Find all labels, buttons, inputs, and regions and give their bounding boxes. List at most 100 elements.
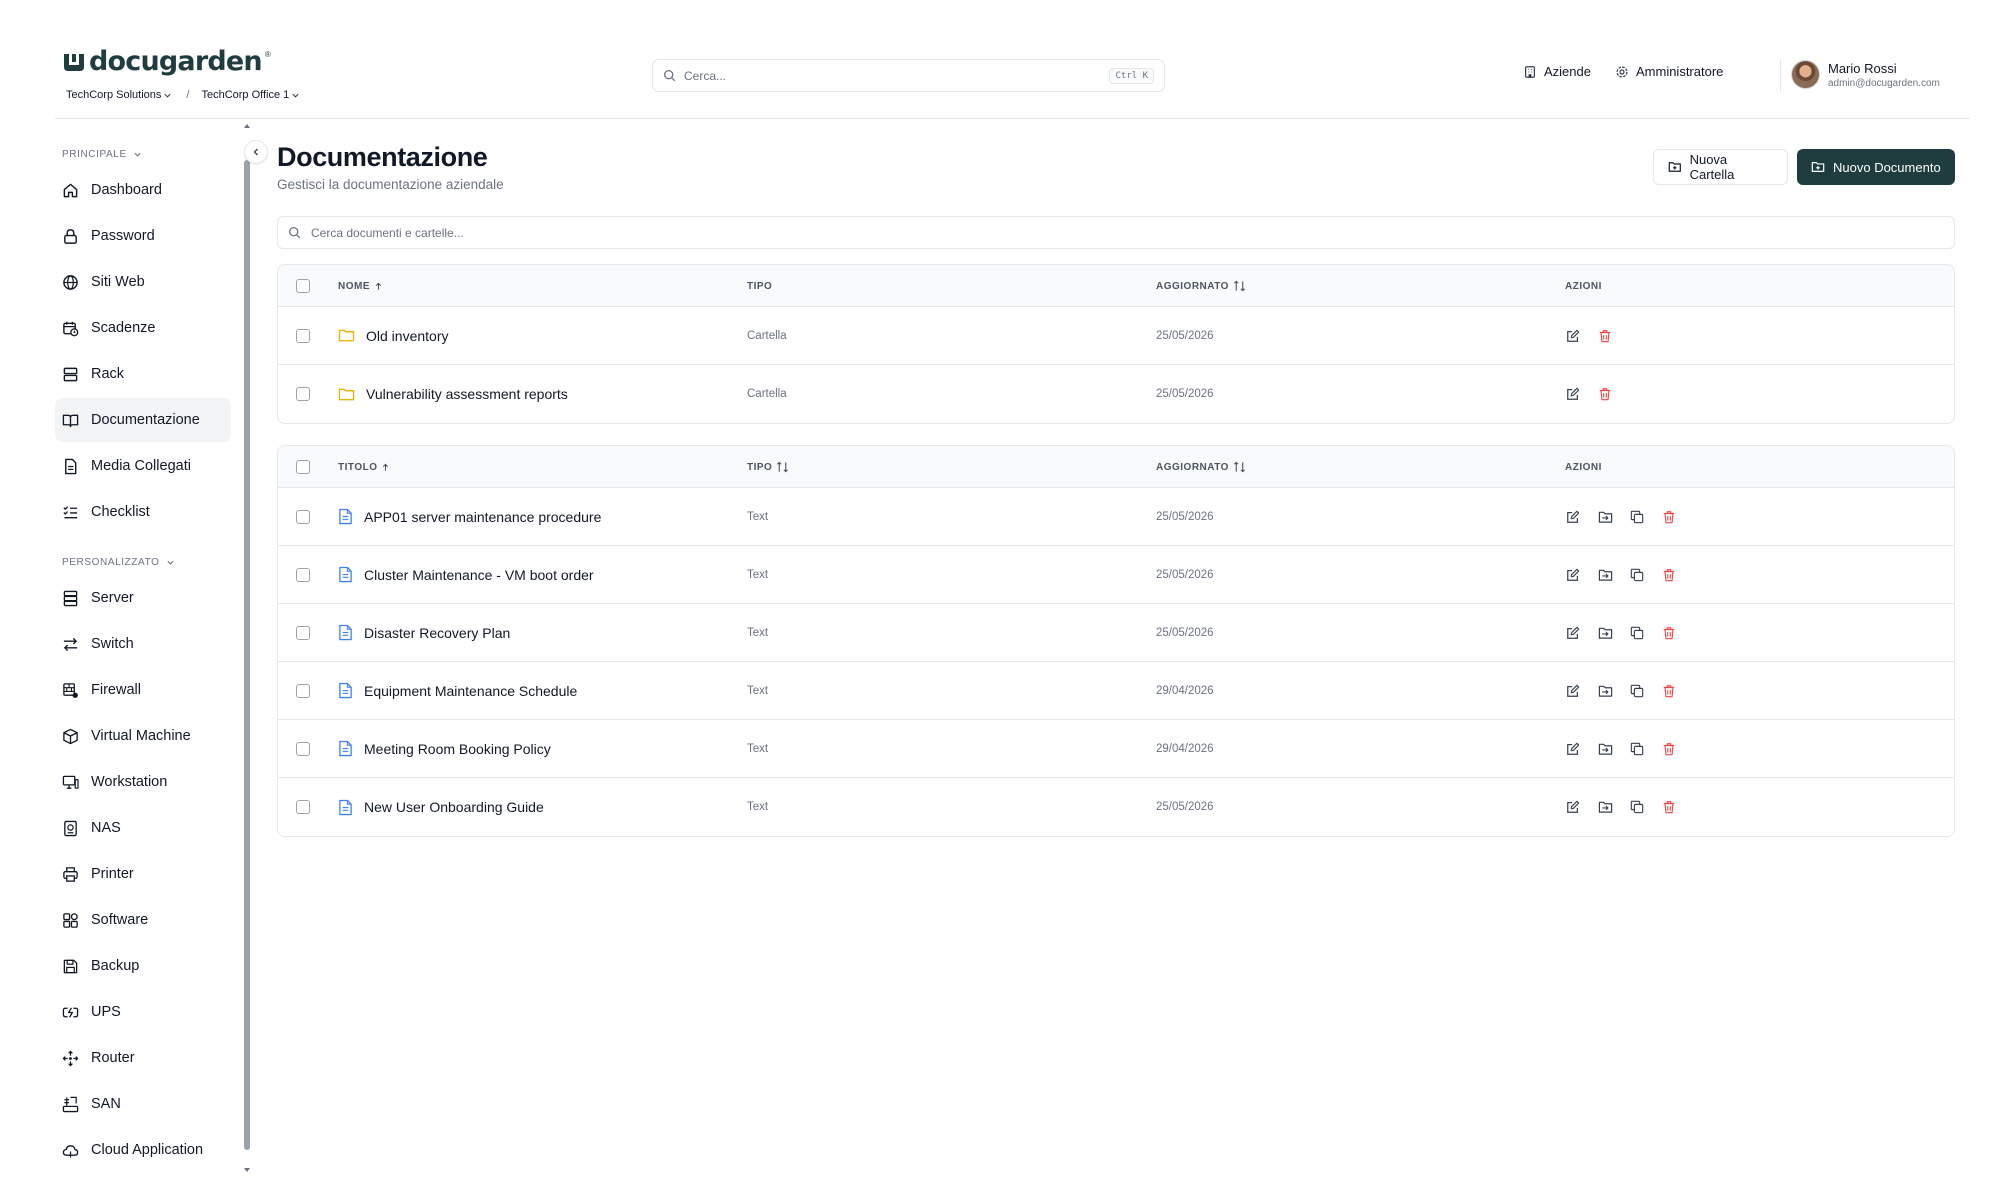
edit-button[interactable] xyxy=(1565,509,1581,525)
sidebar-item-server[interactable]: Server xyxy=(55,576,231,620)
move-to-folder-button[interactable] xyxy=(1597,625,1613,641)
new-document-button[interactable]: Nuovo Documento xyxy=(1797,149,1955,185)
companies-link[interactable]: Aziende xyxy=(1523,64,1591,79)
column-header-updated[interactable]: AGGIORNATO xyxy=(1156,446,1246,488)
sidebar-item-checklist[interactable]: Checklist xyxy=(55,490,231,534)
sidebar-item-printer[interactable]: Printer xyxy=(55,852,231,896)
sidebar-item-scadenze[interactable]: Scadenze xyxy=(55,306,231,350)
column-header-title[interactable]: TITOLO xyxy=(338,446,390,488)
duplicate-button[interactable] xyxy=(1629,799,1645,815)
edit-button[interactable] xyxy=(1565,567,1581,583)
delete-button[interactable] xyxy=(1597,328,1613,344)
duplicate-button[interactable] xyxy=(1629,625,1645,641)
delete-button[interactable] xyxy=(1661,509,1677,525)
scroll-up-arrow-icon[interactable] xyxy=(243,122,251,130)
duplicate-button[interactable] xyxy=(1629,567,1645,583)
folder-name-link[interactable]: Vulnerability assessment reports xyxy=(366,386,568,402)
move-to-folder-button[interactable] xyxy=(1597,799,1613,815)
delete-button[interactable] xyxy=(1661,683,1677,699)
sidebar-item-dashboard[interactable]: Dashboard xyxy=(55,168,231,212)
folder-name-link[interactable]: Old inventory xyxy=(366,328,448,344)
sidebar-item-media-collegati[interactable]: Media Collegati xyxy=(55,444,231,488)
table-row[interactable]: Old inventory Cartella 25/05/2026 xyxy=(278,307,1954,365)
sidebar-item-router[interactable]: Router xyxy=(55,1036,231,1080)
sidebar-item-backup[interactable]: Backup xyxy=(55,944,231,988)
admin-link[interactable]: Amministratore xyxy=(1615,64,1723,79)
breadcrumb-office[interactable]: TechCorp Office 1 xyxy=(201,89,289,101)
sidebar-item-cloud-application[interactable]: Cloud Application xyxy=(55,1128,231,1172)
table-row[interactable]: Disaster Recovery Plan Text 25/05/2026 xyxy=(278,604,1954,662)
sidebar-collapse-button[interactable] xyxy=(244,140,268,164)
duplicate-button[interactable] xyxy=(1629,741,1645,757)
delete-button[interactable] xyxy=(1661,625,1677,641)
row-checkbox[interactable] xyxy=(296,567,310,582)
column-header-name[interactable]: NOME xyxy=(338,265,383,307)
table-row[interactable]: APP01 server maintenance procedure Text … xyxy=(278,488,1954,546)
chevron-down-icon[interactable] xyxy=(163,91,172,100)
row-checkbox[interactable] xyxy=(296,741,310,756)
sidebar-section-principale[interactable]: PRINCIPALE xyxy=(62,149,142,160)
sidebar-item-workstation[interactable]: Workstation xyxy=(55,760,231,804)
row-checkbox[interactable] xyxy=(296,509,310,524)
global-search-input[interactable]: Cerca... Ctrl K xyxy=(652,59,1165,92)
sidebar-scrollbar[interactable] xyxy=(243,122,251,1182)
document-title-link[interactable]: Meeting Room Booking Policy xyxy=(364,741,551,757)
duplicate-button[interactable] xyxy=(1629,683,1645,699)
column-header-type[interactable]: TIPO xyxy=(747,446,789,488)
move-to-folder-button[interactable] xyxy=(1597,741,1613,757)
row-checkbox[interactable] xyxy=(296,328,310,343)
sidebar-item-switch[interactable]: Switch xyxy=(55,622,231,666)
edit-button[interactable] xyxy=(1565,328,1581,344)
column-header-updated[interactable]: AGGIORNATO xyxy=(1156,265,1246,307)
document-title-link[interactable]: New User Onboarding Guide xyxy=(364,799,544,815)
sidebar-item-nas[interactable]: NAS xyxy=(55,806,231,850)
sidebar-section-personalizzato[interactable]: PERSONALIZZATO xyxy=(62,557,175,568)
sidebar-item-documentazione[interactable]: Documentazione xyxy=(55,398,231,442)
sidebar-item-ups[interactable]: UPS xyxy=(55,990,231,1034)
sidebar-item-siti-web[interactable]: Siti Web xyxy=(55,260,231,304)
brand-logo[interactable]: docugarden ® xyxy=(62,46,271,77)
delete-button[interactable] xyxy=(1661,741,1677,757)
document-title-link[interactable]: Disaster Recovery Plan xyxy=(364,625,510,641)
edit-button[interactable] xyxy=(1565,386,1581,402)
table-row[interactable]: New User Onboarding Guide Text 25/05/202… xyxy=(278,778,1954,836)
new-folder-button[interactable]: Nuova Cartella xyxy=(1653,149,1788,185)
sidebar-item-virtual-machine[interactable]: Virtual Machine xyxy=(55,714,231,758)
move-to-folder-button[interactable] xyxy=(1597,683,1613,699)
document-title-link[interactable]: APP01 server maintenance procedure xyxy=(364,509,601,525)
document-title-link[interactable]: Equipment Maintenance Schedule xyxy=(364,683,577,699)
sidebar-item-password[interactable]: Password xyxy=(55,214,231,258)
move-to-folder-button[interactable] xyxy=(1597,567,1613,583)
duplicate-button[interactable] xyxy=(1629,509,1645,525)
user-menu[interactable]: Mario Rossi admin@docugarden.com xyxy=(1791,60,1940,89)
delete-button[interactable] xyxy=(1661,567,1677,583)
document-title-link[interactable]: Cluster Maintenance - VM boot order xyxy=(364,567,594,583)
edit-button[interactable] xyxy=(1565,625,1581,641)
breadcrumb-company[interactable]: TechCorp Solutions xyxy=(66,89,161,101)
table-row[interactable]: Meeting Room Booking Policy Text 29/04/2… xyxy=(278,720,1954,778)
edit-button[interactable] xyxy=(1565,799,1581,815)
delete-button[interactable] xyxy=(1661,799,1677,815)
move-to-folder-button[interactable] xyxy=(1597,509,1613,525)
row-checkbox[interactable] xyxy=(296,625,310,640)
sidebar-item-firewall[interactable]: Firewall xyxy=(55,668,231,712)
sidebar-item-san[interactable]: SAN xyxy=(55,1082,231,1126)
row-checkbox[interactable] xyxy=(296,387,310,401)
chevron-down-icon[interactable] xyxy=(291,91,300,100)
row-checkbox[interactable] xyxy=(296,683,310,698)
table-row[interactable]: Vulnerability assessment reports Cartell… xyxy=(278,365,1954,423)
scroll-thumb[interactable] xyxy=(244,160,250,1150)
row-checkbox[interactable] xyxy=(296,800,310,814)
edit-button[interactable] xyxy=(1565,741,1581,757)
document-search-input[interactable]: Cerca documenti e cartelle... xyxy=(277,216,1955,249)
delete-button[interactable] xyxy=(1597,386,1613,402)
table-row[interactable]: Equipment Maintenance Schedule Text 29/0… xyxy=(278,662,1954,720)
sidebar-item-rack[interactable]: Rack xyxy=(55,352,231,396)
select-all-checkbox[interactable] xyxy=(296,278,310,293)
edit-button[interactable] xyxy=(1565,683,1581,699)
sidebar-item-label: Software xyxy=(91,912,149,928)
scroll-down-arrow-icon[interactable] xyxy=(243,1166,251,1174)
sidebar-item-software[interactable]: Software xyxy=(55,898,231,942)
table-row[interactable]: Cluster Maintenance - VM boot order Text… xyxy=(278,546,1954,604)
select-all-checkbox[interactable] xyxy=(296,459,310,474)
